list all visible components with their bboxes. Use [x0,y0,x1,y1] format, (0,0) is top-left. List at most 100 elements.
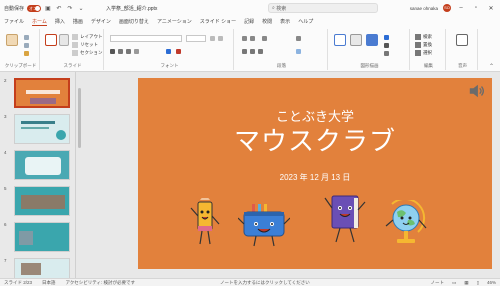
accessibility-status[interactable]: アクセシビリティ: 検討が必要です [66,280,136,286]
thumbnail-image [14,222,70,252]
search-placeholder: 検索 [276,5,287,12]
user-name[interactable]: sanae ohnaka [410,6,438,11]
shape-outline-icon[interactable] [384,43,389,48]
avatar[interactable]: SO [443,4,451,12]
bold-icon[interactable] [110,49,115,54]
underline-icon[interactable] [126,49,131,54]
thumbnail-number: 5 [4,186,7,191]
section-button[interactable]: セクション [72,50,103,56]
cut-icon[interactable] [24,35,29,40]
audio-speaker-icon[interactable] [468,82,486,100]
ribbon-tabs: ファイル ホーム 挿入 描画 デザイン 画面切り替え アニメーション スライド … [0,16,500,27]
tab-animations[interactable]: アニメーション [157,18,192,25]
slide-date[interactable]: 2023 年 12 月 13 日 [138,172,492,183]
paragraph-group: 段落 [236,29,328,70]
thumbnail-number: 2 [4,78,7,83]
quick-access-more-icon[interactable]: ⌄ [77,4,85,12]
slides-group: レイアウト リセット セクション スライド [42,29,104,70]
tab-slideshow[interactable]: スライド ショー [200,18,236,25]
undo-icon[interactable]: ↶ [55,4,63,12]
tab-home[interactable]: ホーム [32,18,47,26]
reset-button[interactable]: リセット [72,42,98,48]
tab-review[interactable]: 校閲 [262,18,272,25]
align-center-icon[interactable] [250,49,255,54]
thumbnail-image [14,150,70,180]
pencil-character-illustration [190,198,220,245]
tab-design[interactable]: デザイン [91,18,111,25]
language-indicator[interactable]: 日本語 [42,280,56,286]
select-button[interactable]: 選択 [415,50,432,56]
clipboard-group: クリップボード [2,29,40,70]
notes-button[interactable]: ノート [430,280,444,286]
slide-canvas[interactable]: ことぶき大学 マウスクラブ 2023 年 12 月 13 日 [138,78,492,269]
increase-font-icon[interactable] [210,36,215,41]
paste-icon[interactable] [6,34,18,46]
font-color-icon[interactable] [176,49,181,54]
notes-hint[interactable]: ノートを入力するにはクリックしてください [220,280,310,286]
reuse-slide-icon[interactable] [59,34,69,46]
strikethrough-icon[interactable] [134,49,139,54]
ribbon-collapse-icon[interactable]: ⌃ [489,63,494,70]
dictate-icon[interactable] [456,34,468,46]
align-left-icon[interactable] [242,49,247,54]
tab-file[interactable]: ファイル [4,18,24,25]
font-group: フォント [106,29,234,70]
italic-icon[interactable] [118,49,123,54]
document-title[interactable]: 入学祭_部活_紹介.pptx [106,5,157,12]
pencil-case-character-illustration [238,204,290,247]
globe-character-illustration [385,200,427,243]
tab-insert[interactable]: 挿入 [55,18,65,25]
decrease-font-icon[interactable] [218,36,223,41]
slide-sorter-icon[interactable]: ▦ [464,280,468,286]
autosave-label: 自動保存 [4,5,25,12]
slide-title[interactable]: マウスクラブ [138,121,492,158]
layout-button[interactable]: レイアウト [72,34,103,40]
search-input[interactable]: ⌕ 検索 [268,3,378,13]
tab-transitions[interactable]: 画面切り替え [119,18,149,25]
maximize-icon[interactable]: ▫ [471,5,481,11]
tab-record[interactable]: 記録 [244,18,254,25]
autosave-toggle[interactable]: オン [27,4,42,12]
replace-button[interactable]: 置換 [415,42,432,48]
indent-icon[interactable] [262,36,267,41]
thumbnail-scrollbar[interactable] [78,88,81,148]
font-label: フォント [160,63,179,68]
shape-fill-icon[interactable] [384,35,389,40]
copy-icon[interactable] [24,43,29,48]
voice-group: 音声 [448,29,478,70]
thumbnail-number: 6 [4,222,7,227]
new-slide-icon[interactable] [45,34,57,46]
paragraph-label: 段落 [277,63,286,68]
quick-styles-icon[interactable] [366,34,378,46]
format-painter-icon[interactable] [24,51,29,56]
minimize-icon[interactable]: – [456,5,466,11]
font-size-input[interactable] [186,35,206,42]
redo-icon[interactable]: ↷ [66,4,74,12]
font-name-input[interactable] [110,35,182,42]
align-right-icon[interactable] [258,49,263,54]
reading-view-icon[interactable]: ▯ [477,280,479,286]
thumbnail-number: 3 [4,114,7,119]
status-bar: スライド 2/23 日本語 アクセシビリティ: 検討が必要です ノートを入力する… [0,278,500,286]
close-icon[interactable]: ✕ [486,5,496,12]
text-direction-icon[interactable] [296,36,301,41]
numbering-icon[interactable] [250,36,255,41]
highlight-color-icon[interactable] [166,49,171,54]
thumbnail-image [14,258,70,278]
voice-label: 音声 [458,63,467,68]
shape-effects-icon[interactable] [384,51,389,56]
find-button[interactable]: 検索 [415,34,432,40]
shapes-icon[interactable] [334,34,346,46]
tab-view[interactable]: 表示 [280,18,290,25]
book-character-illustration [324,195,366,243]
slide-thumbnail-pane: 2 3 4 5 6 7 [0,72,76,278]
normal-view-icon[interactable]: ▭ [452,280,456,286]
arrange-icon[interactable] [350,34,362,46]
save-icon[interactable]: ▣ [44,4,52,12]
tab-help[interactable]: ヘルプ [298,18,313,25]
smartart-icon[interactable] [296,49,301,54]
tab-draw[interactable]: 描画 [73,18,83,25]
thumbnail-image [14,78,70,108]
zoom-level[interactable]: 46% [487,280,496,285]
bullets-icon[interactable] [242,36,247,41]
